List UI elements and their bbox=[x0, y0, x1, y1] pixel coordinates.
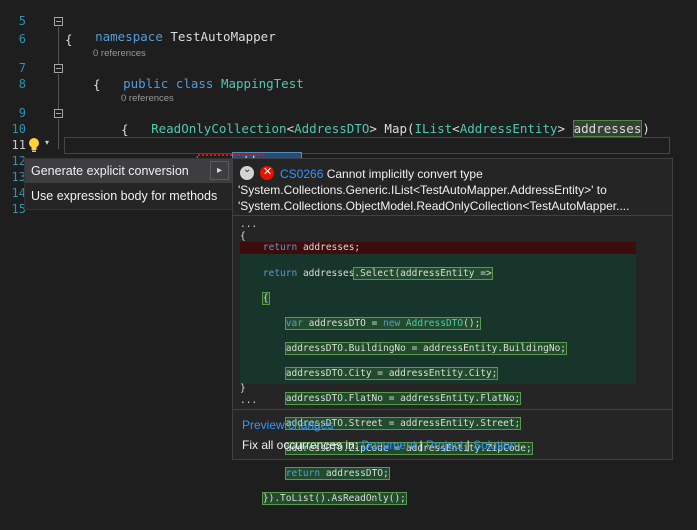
collapse-icon[interactable] bbox=[54, 64, 63, 73]
keyword: return bbox=[262, 267, 298, 279]
line-number: 11 bbox=[11, 138, 26, 152]
code-text: }).ToList().AsReadOnly(); bbox=[261, 491, 407, 505]
fix-all-label: Fix all occurrences in: bbox=[242, 438, 359, 452]
error-icon: ✕ bbox=[260, 165, 274, 180]
code-text: addresses; bbox=[297, 242, 361, 253]
collapse-header-icon[interactable]: ⌄ bbox=[240, 164, 254, 180]
outline-guide bbox=[58, 27, 59, 64]
keyword: namespace bbox=[95, 29, 163, 44]
code-text: { bbox=[261, 291, 270, 305]
line-number: 9 bbox=[18, 106, 26, 120]
submenu-arrow-button[interactable]: ▸ bbox=[210, 161, 229, 180]
diff-line: } bbox=[240, 383, 246, 394]
punctuation: ) bbox=[642, 121, 650, 136]
namespace-name: TestAutoMapper bbox=[170, 29, 276, 44]
parameter-highlight: addresses bbox=[572, 120, 643, 137]
chevron-down-icon: ▾ bbox=[45, 138, 50, 147]
diff-line: var addressDTO = new AddressDTO(); bbox=[240, 316, 566, 331]
quick-actions-menu: Generate explicit conversion ▸ Use expre… bbox=[24, 158, 235, 210]
keyword: class bbox=[175, 76, 214, 91]
diff-line: return addresses.Select(addressEntity => bbox=[240, 266, 566, 281]
diff-line: }).ToList().AsReadOnly(); bbox=[240, 491, 566, 506]
type-name: AddressDTO bbox=[294, 121, 370, 136]
keyword: return bbox=[285, 467, 321, 479]
line-number: 14 bbox=[11, 186, 26, 200]
diff-line: { bbox=[240, 291, 566, 306]
diff-ellipsis: ... bbox=[240, 395, 258, 406]
keyword: public bbox=[123, 76, 169, 91]
outline-guide bbox=[58, 74, 59, 109]
separator: | bbox=[466, 438, 470, 452]
punctuation: > bbox=[557, 121, 573, 136]
divider bbox=[233, 409, 672, 410]
preview-popup: ⌄ ✕ CS0266 Cannot implicitly convert typ… bbox=[232, 158, 673, 505]
method-signature: > Map( bbox=[369, 121, 415, 136]
error-message: Cannot implicitly convert type bbox=[326, 167, 483, 181]
collapse-icon[interactable] bbox=[54, 109, 63, 118]
preview-changes-link[interactable]: Preview changes bbox=[242, 418, 333, 432]
codelens-references[interactable]: 0 references bbox=[121, 93, 174, 104]
code-line: { bbox=[93, 77, 101, 92]
code-text: addresses bbox=[297, 267, 355, 279]
code-text: addressDTO.BuildingNo = addressEntity.Bu… bbox=[284, 341, 568, 355]
diff-line: addressDTO.BuildingNo = addressEntity.Bu… bbox=[240, 341, 568, 356]
diff-removed-line: return addresses; bbox=[240, 242, 636, 254]
error-message-line: CS0266 Cannot implicitly convert type bbox=[280, 167, 483, 181]
code-line: { bbox=[65, 32, 73, 47]
fix-all-solution-link[interactable]: Solution bbox=[473, 438, 516, 452]
keyword: var bbox=[285, 317, 303, 329]
menu-item-use-expression-body[interactable]: Use expression body for methods bbox=[25, 184, 234, 208]
collapse-icon[interactable] bbox=[54, 17, 63, 26]
code-text: (); bbox=[463, 317, 481, 329]
error-message: 'System.Collections.Generic.IList<TestAu… bbox=[238, 183, 607, 197]
type-name: AddressEntity bbox=[459, 121, 558, 136]
punctuation: < bbox=[286, 121, 295, 136]
fix-all-document-link[interactable]: Document bbox=[361, 438, 416, 452]
menu-item-label: Use expression body for methods bbox=[31, 189, 218, 203]
separator: | bbox=[419, 438, 423, 452]
divider bbox=[233, 215, 672, 216]
line-number: 12 bbox=[11, 154, 26, 168]
diff-line: addressDTO.City = addressEntity.City; bbox=[240, 366, 566, 381]
keyword: new bbox=[383, 317, 401, 329]
line-number: 6 bbox=[18, 32, 26, 46]
line-number: 15 bbox=[11, 202, 26, 216]
error-message: 'System.Collections.ObjectModel.ReadOnly… bbox=[238, 199, 630, 213]
code-text: addressDTO = bbox=[302, 317, 384, 329]
fix-all-project-link[interactable]: Project bbox=[426, 438, 463, 452]
lightbulb-icon bbox=[29, 138, 39, 152]
type-name: AddressDTO bbox=[405, 317, 464, 329]
menu-item-generate-explicit-conversion[interactable]: Generate explicit conversion bbox=[25, 159, 234, 183]
line-number: 5 bbox=[18, 14, 26, 28]
codelens-references[interactable]: 0 references bbox=[93, 48, 146, 59]
code-text: addressDTO; bbox=[320, 467, 389, 479]
line-number: 8 bbox=[18, 77, 26, 91]
type-name: ReadOnlyCollection bbox=[151, 121, 287, 136]
error-squiggle bbox=[198, 152, 264, 156]
menu-item-label: Generate explicit conversion bbox=[31, 164, 189, 178]
code-text: .Select(addressEntity => bbox=[353, 266, 493, 280]
lightbulb-button[interactable]: ▾ bbox=[25, 136, 55, 154]
diff-line: { bbox=[240, 231, 246, 242]
line-number: 7 bbox=[18, 61, 26, 75]
keyword: return bbox=[262, 242, 298, 253]
diff-line: return addressDTO; bbox=[240, 466, 566, 481]
outline-guide bbox=[58, 119, 59, 149]
punctuation: < bbox=[452, 121, 460, 136]
code-line: { bbox=[121, 122, 129, 137]
diff-added-lines: return addresses.Select(addressEntity =>… bbox=[240, 255, 568, 530]
line-number: 10 bbox=[11, 122, 26, 136]
code-text: addressDTO.FlatNo = addressEntity.FlatNo… bbox=[284, 391, 522, 405]
diff-line: addressDTO.FlatNo = addressEntity.FlatNo… bbox=[240, 391, 566, 406]
error-code-link[interactable]: CS0266 bbox=[280, 167, 323, 181]
class-name: MappingTest bbox=[220, 76, 304, 91]
chevron-right-icon: ▸ bbox=[216, 165, 223, 176]
code-text: addressDTO.City = addressEntity.City; bbox=[284, 366, 499, 380]
fix-all-row: Fix all occurrences in: Document | Proje… bbox=[242, 438, 516, 452]
line-number: 13 bbox=[11, 170, 26, 184]
diff-ellipsis: ... bbox=[240, 219, 258, 230]
type-name: IList bbox=[414, 121, 453, 136]
